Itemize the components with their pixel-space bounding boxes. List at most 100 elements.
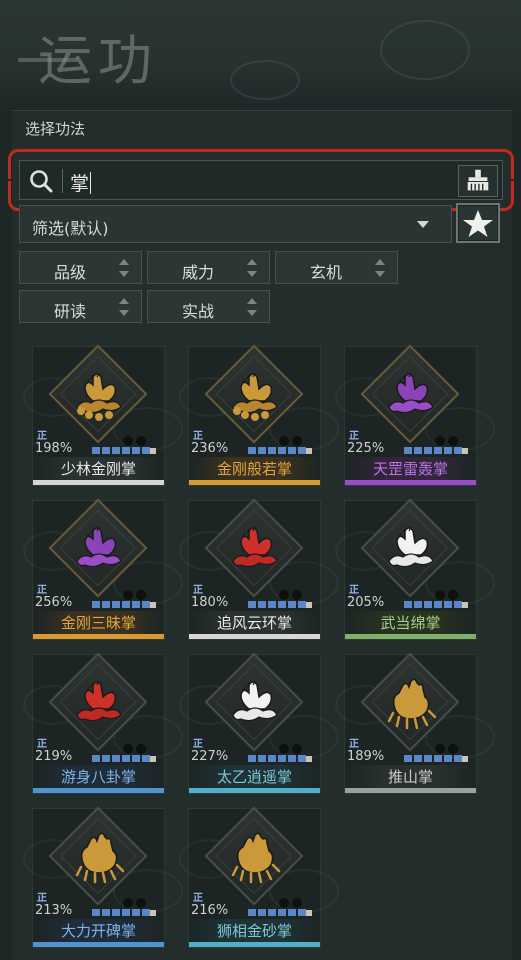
search-input[interactable]: 掌 xyxy=(19,160,503,200)
sort-combat-button[interactable]: 实战 xyxy=(147,290,270,323)
proficiency-pip xyxy=(122,909,130,916)
skill-card[interactable]: 正 198% 少林金刚掌 xyxy=(23,344,183,486)
proficiency-pip xyxy=(248,909,256,916)
rarity-underline xyxy=(345,480,476,485)
sort-up-icon xyxy=(119,298,129,304)
proficiency-bar xyxy=(92,447,152,455)
skill-card[interactable]: 正 219% 游身八卦掌 xyxy=(23,652,183,794)
rarity-underline xyxy=(33,480,164,485)
orthodox-marker: 正 xyxy=(193,585,203,596)
proficiency-pip xyxy=(404,447,412,454)
skill-name: 天罡雷轰掌 xyxy=(345,457,476,481)
proficiency-bar xyxy=(248,447,308,455)
proficiency-bar xyxy=(404,447,464,455)
proficiency-pip xyxy=(92,909,100,916)
orthodox-marker: 正 xyxy=(193,739,203,750)
proficiency-pip xyxy=(112,447,120,454)
skill-card[interactable]: 正 180% 追风云环掌 xyxy=(179,498,339,640)
proficiency-pip xyxy=(248,755,256,762)
sort-up-icon xyxy=(119,259,129,265)
proficiency-pip xyxy=(288,755,296,762)
rarity-underline xyxy=(33,634,164,639)
proficiency-pip xyxy=(258,601,266,608)
proficiency-pip xyxy=(102,755,110,762)
proficiency-pip xyxy=(268,601,276,608)
favorite-filter-button[interactable] xyxy=(456,203,500,243)
skill-card[interactable]: 正 189% 推山掌 xyxy=(335,652,495,794)
bar-end-marker xyxy=(306,602,312,608)
proficiency-pip xyxy=(278,755,286,762)
sort-grade-button[interactable]: 品级 xyxy=(19,251,142,284)
proficiency-pip xyxy=(278,447,286,454)
sort-power-button[interactable]: 威力 xyxy=(147,251,270,284)
orthodox-marker: 正 xyxy=(37,431,47,442)
rarity-underline xyxy=(345,788,476,793)
proficiency-pip xyxy=(92,447,100,454)
sort-up-icon xyxy=(247,259,257,265)
proficiency-pip xyxy=(132,601,140,608)
sort-down-icon xyxy=(375,271,385,277)
skill-power-percent: 189% xyxy=(347,749,385,764)
skill-card[interactable]: 正 236% 金刚般若掌 xyxy=(179,344,339,486)
proficiency-pip xyxy=(444,755,452,762)
bar-end-marker xyxy=(462,602,468,608)
filter-dropdown[interactable]: 筛选(默认) xyxy=(19,205,452,243)
sort-down-icon xyxy=(119,271,129,277)
proficiency-bar xyxy=(248,755,308,763)
proficiency-pip xyxy=(454,447,462,454)
skill-card[interactable]: 正 227% 太乙逍遥掌 xyxy=(179,652,339,794)
skill-card[interactable]: 正 216% 狮相金砂掌 xyxy=(179,806,339,948)
skill-name: 游身八卦掌 xyxy=(33,765,164,789)
proficiency-bar xyxy=(92,909,152,917)
palm-strike-icon xyxy=(231,832,281,884)
skill-card[interactable]: 正 225% 天罡雷轰掌 xyxy=(335,344,495,486)
proficiency-pip xyxy=(278,601,286,608)
bar-end-marker xyxy=(150,756,156,762)
proficiency-pip xyxy=(298,601,306,608)
rarity-underline xyxy=(345,634,476,639)
proficiency-pip xyxy=(142,601,150,608)
proficiency-pip xyxy=(404,601,412,608)
orthodox-marker: 正 xyxy=(37,739,47,750)
skill-name: 少林金刚掌 xyxy=(33,457,164,481)
proficiency-pip xyxy=(424,601,432,608)
skill-card[interactable]: 正 205% 武当绵掌 xyxy=(335,498,495,640)
search-value[interactable]: 掌 xyxy=(70,169,92,196)
proficiency-pip xyxy=(258,909,266,916)
proficiency-pip xyxy=(102,601,110,608)
decor-swirl xyxy=(380,20,470,80)
proficiency-bar xyxy=(248,909,308,917)
sort-mystery-button[interactable]: 玄机 xyxy=(275,251,398,284)
bar-end-marker xyxy=(462,756,468,762)
proficiency-pip xyxy=(102,447,110,454)
page-title: 运功 xyxy=(38,29,158,92)
skill-name: 狮相金砂掌 xyxy=(189,919,320,943)
proficiency-pip xyxy=(122,755,130,762)
proficiency-pip xyxy=(278,909,286,916)
sort-down-icon xyxy=(119,310,129,316)
skill-power-percent: 225% xyxy=(347,441,385,456)
clear-search-button[interactable] xyxy=(458,165,498,197)
sort-up-icon xyxy=(247,298,257,304)
skill-power-percent: 219% xyxy=(35,749,73,764)
palm-strike-icon xyxy=(232,526,278,568)
proficiency-bar xyxy=(92,601,152,609)
rarity-underline xyxy=(189,942,320,947)
skill-card[interactable]: 正 256% 金刚三昧掌 xyxy=(23,498,183,640)
skill-name: 武当绵掌 xyxy=(345,611,476,635)
sort-down-icon xyxy=(247,271,257,277)
sort-study-button[interactable]: 研读 xyxy=(19,290,142,323)
proficiency-bar xyxy=(92,755,152,763)
proficiency-bar xyxy=(404,601,464,609)
proficiency-pip xyxy=(414,755,422,762)
proficiency-pip xyxy=(268,447,276,454)
sort-button-label: 玄机 xyxy=(309,263,342,282)
bar-end-marker xyxy=(306,756,312,762)
proficiency-pip xyxy=(414,447,422,454)
palm-strike-icon xyxy=(387,678,437,730)
skill-power-percent: 180% xyxy=(191,595,229,610)
palm-strike-icon xyxy=(388,526,434,568)
skill-power-percent: 216% xyxy=(191,903,229,918)
skill-card[interactable]: 正 213% 大力开碑掌 xyxy=(23,806,183,948)
proficiency-pip xyxy=(288,909,296,916)
